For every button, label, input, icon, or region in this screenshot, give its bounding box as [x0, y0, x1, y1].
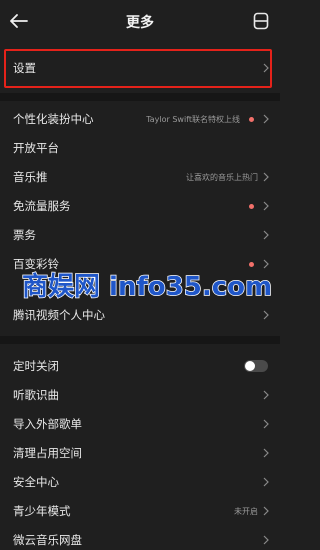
chevron-right-icon: [263, 63, 269, 73]
toggle-knob: [245, 361, 255, 371]
chevron-right-icon: [263, 201, 269, 211]
section-divider: [0, 93, 280, 101]
chevron-right-icon: [263, 390, 269, 400]
list-item-label: 票务: [13, 228, 36, 242]
list-item-personalization[interactable]: 个性化装扮中心 Taylor Swift联名特权上线: [0, 105, 280, 133]
notification-dot: [249, 116, 254, 122]
section-divider: [0, 336, 280, 344]
chevron-right-icon: [263, 506, 269, 516]
list-item-label: 个性化装扮中心: [13, 112, 94, 126]
back-button[interactable]: [6, 8, 32, 34]
list-item-cloud-drive[interactable]: 微云音乐网盘: [0, 526, 280, 550]
scan-frame-icon: [253, 12, 269, 30]
list-item-tencent-video[interactable]: 腾讯视频个人中心: [0, 301, 280, 329]
list-item-label: 开放平台: [13, 141, 59, 155]
list-item-label: 腾讯视频个人中心: [13, 308, 105, 322]
chevron-right-icon: [263, 448, 269, 458]
chevron-right-icon: [263, 114, 269, 124]
list-item-sleep-timer[interactable]: 定时关闭: [0, 352, 280, 380]
chevron-right-icon: [263, 477, 269, 487]
list-item-import-playlist[interactable]: 导入外部歌单: [0, 410, 280, 438]
list-item-label: 青少年模式: [13, 504, 71, 518]
list-item-label: 微云音乐网盘: [13, 533, 82, 547]
list-item-free-data[interactable]: 免流量服务: [0, 192, 280, 220]
settings-label: 设置: [13, 61, 36, 75]
list-item-clear-storage[interactable]: 清理占用空间: [0, 439, 280, 467]
scan-button[interactable]: [250, 10, 272, 32]
watermark: 商娱网 info35.com: [22, 270, 273, 302]
chevron-right-icon: [263, 419, 269, 429]
watermark-text: 商娱网 info35.com: [22, 271, 272, 302]
list-item-song-recognition[interactable]: 听歌识曲: [0, 381, 280, 409]
list-item-label: 清理占用空间: [13, 446, 82, 460]
list-item-label: 定时关闭: [13, 359, 59, 373]
page-title: 更多: [126, 15, 154, 31]
notification-dot: [249, 203, 254, 209]
notification-dot: [249, 261, 254, 267]
list-item-music-promote[interactable]: 音乐推 让喜欢的音乐上热门: [0, 163, 280, 191]
chevron-right-icon: [263, 535, 269, 545]
list-item-subtitle: 未开启: [234, 506, 258, 516]
list-item-subtitle: 让喜欢的音乐上热门: [186, 172, 258, 182]
settings-row[interactable]: 设置: [0, 54, 280, 82]
list-item-label: 导入外部歌单: [13, 417, 82, 431]
chevron-right-icon: [263, 310, 269, 320]
list-item-label: 安全中心: [13, 475, 59, 489]
list-item-tickets[interactable]: 票务: [0, 221, 280, 249]
list-item-subtitle: Taylor Swift联名特权上线: [146, 114, 240, 124]
list-item-security-center[interactable]: 安全中心: [0, 468, 280, 496]
chevron-right-icon: [263, 172, 269, 182]
arrow-left-icon: [10, 14, 28, 28]
list-item-teen-mode[interactable]: 青少年模式 未开启: [0, 497, 280, 525]
list-item-label: 音乐推: [13, 170, 48, 184]
more-page: 更多 设置 个性化装扮中心 Taylor Swift联名特权上线 开放平台 音乐…: [0, 0, 280, 550]
chevron-right-icon: [263, 259, 269, 269]
header: 更多: [0, 0, 280, 44]
list-item-label: 听歌识曲: [13, 388, 59, 402]
sleep-timer-toggle[interactable]: [244, 360, 268, 372]
list-item-open-platform[interactable]: 开放平台: [0, 134, 280, 162]
list-item-label: 免流量服务: [13, 199, 71, 213]
chevron-right-icon: [263, 230, 269, 240]
